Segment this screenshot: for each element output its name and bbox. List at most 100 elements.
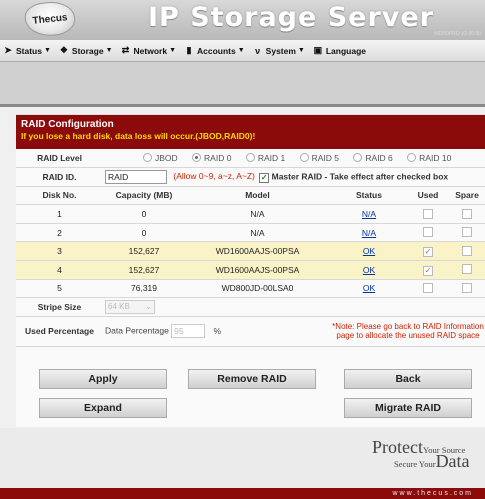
raid-level-option-raid5[interactable]: RAID 5 [299, 153, 351, 163]
version-label: N5200PRO V2.00.00 [434, 31, 481, 37]
disk-table-header: Disk No. Capacity (MB) Model Status Used… [16, 186, 485, 206]
slogan: ProtectYour Source Secure YourData [372, 437, 470, 471]
disk-status-link[interactable]: OK [363, 246, 375, 256]
radio-button[interactable] [143, 153, 152, 163]
used-checkbox-checked[interactable]: ✓ [423, 247, 433, 258]
used-percentage-row: Used Percentage Data Percentage 95 % *No… [16, 316, 485, 347]
raid-level-option-raid1[interactable]: RAID 1 [245, 153, 297, 163]
used-checkbox[interactable] [423, 208, 433, 219]
back-button[interactable]: Back [344, 369, 472, 389]
site-url: www.thecus.com [392, 490, 473, 497]
percent-unit: % [213, 325, 222, 336]
thecus-logo: Thecus [23, 0, 77, 39]
column-header: Model [185, 186, 330, 206]
radio-button[interactable] [245, 153, 255, 163]
disk-status-link[interactable]: N/A [362, 209, 376, 219]
radio-button-selected[interactable] [192, 153, 202, 163]
spare-checkbox[interactable] [462, 208, 472, 219]
display-icon: ➤ [4, 45, 12, 55]
raid-level-option-raid10[interactable]: RAID 10 [407, 153, 463, 163]
disk-capacity: 76,319 [103, 279, 185, 299]
raid-level-option-raid0[interactable]: RAID 0 [192, 153, 243, 163]
disk-no: 5 [16, 279, 103, 299]
disk-icon: ❖ [59, 45, 68, 55]
menu-storage-label: Storage [71, 45, 104, 56]
table-row: 1 0 N/A N/A [16, 204, 485, 224]
disk-capacity: 0 [103, 223, 185, 243]
migrate-raid-button[interactable]: Migrate RAID [344, 398, 472, 418]
disk-model: WD1600AAJS-00PSA [185, 241, 330, 262]
expand-button[interactable]: Expand [39, 398, 167, 418]
menu-accounts-label: Accounts [197, 45, 236, 56]
disk-capacity: 152,627 [103, 241, 185, 262]
raid-level-row: RAID Level JBOD RAID 0 RAID 1 RAID 5 RAI… [16, 149, 485, 169]
note-text: *Note: Please go back to RAID Informatio… [330, 316, 485, 347]
disk-status-link[interactable]: OK [363, 265, 375, 275]
menu-storage[interactable]: ❖ Storage ▼ [59, 45, 113, 56]
raid-table: RAID Level JBOD RAID 0 RAID 1 RAID 5 RAI… [16, 149, 485, 347]
disk-model: WD1600AAJS-00PSA [185, 260, 330, 280]
menu-system[interactable]: ν System ▼ [253, 46, 305, 56]
raid-id-row: RAID ID. RAID (Allow 0~9, a~z, A~Z) ✓ Ma… [16, 167, 485, 187]
used-checkbox-checked[interactable]: ✓ [423, 265, 433, 276]
column-header: Disk No. [16, 186, 103, 206]
raid-level-option-raid6[interactable]: RAID 6 [353, 153, 404, 163]
disk-no: 2 [16, 223, 103, 243]
used-checkbox[interactable] [423, 227, 433, 238]
table-row: 4 152,627 WD1600AAJS-00PSA OK ✓ [16, 260, 485, 280]
disk-status-link[interactable]: N/A [362, 228, 376, 238]
disk-capacity: 0 [103, 204, 185, 224]
chevron-down-icon: ▼ [169, 47, 176, 54]
data-percentage-input[interactable]: 95 [171, 324, 206, 339]
footer-bar: www.thecus.com [0, 488, 485, 499]
chevron-down-icon: ⌄ [145, 302, 152, 312]
menu-network[interactable]: ⇄ Network ▼ [121, 45, 176, 56]
column-header: Capacity (MB) [103, 186, 185, 206]
app-header: Thecus IP Storage Server N5200PRO V2.00.… [0, 0, 485, 40]
raid-id-input[interactable]: RAID [105, 169, 167, 184]
menu-system-label: System [265, 45, 296, 56]
raid-level-option-jbod[interactable]: JBOD [143, 153, 190, 163]
used-percentage-label: Used Percentage [16, 316, 103, 347]
warning-text: If you lose a hard disk, data loss will … [21, 131, 256, 141]
network-icon: ⇄ [121, 45, 130, 55]
stripe-size-select[interactable]: 64 KB ⌄ [105, 300, 155, 315]
spare-checkbox[interactable] [462, 282, 472, 293]
radio-button[interactable] [407, 153, 417, 163]
column-header: Spare [448, 186, 485, 206]
radio-button[interactable] [353, 153, 363, 163]
raid-id-hint: (Allow 0~9, a~z, A~Z) [173, 171, 255, 182]
menu-status[interactable]: ➤ Status ▼ [3, 45, 51, 56]
master-raid-label: Master RAID - Take effect after checked … [271, 171, 449, 182]
table-row: 5 76,319 WD800JD-00LSA0 OK [16, 279, 485, 299]
menu-language[interactable]: ▣ Language [313, 45, 366, 56]
chevron-down-icon: ▼ [297, 47, 305, 54]
column-header: Used [408, 186, 448, 206]
menu-network-label: Network [133, 45, 168, 56]
panel-header: RAID Configuration If you lose a hard di… [16, 115, 485, 149]
disk-model: N/A [185, 223, 330, 243]
users-icon: ▮ [186, 45, 192, 55]
remove-raid-button[interactable]: Remove RAID [188, 369, 316, 389]
master-raid-checkbox[interactable]: ✓ [259, 173, 270, 184]
stripe-size-row: Stripe Size 64 KB ⌄ [16, 297, 485, 317]
stripe-size-label: Stripe Size [16, 297, 103, 317]
radio-button[interactable] [299, 153, 309, 163]
spare-checkbox[interactable] [462, 264, 472, 275]
spare-checkbox[interactable] [462, 227, 472, 238]
disk-status-link[interactable]: OK [363, 283, 375, 293]
disk-no: 4 [16, 260, 103, 280]
apply-button[interactable]: Apply [39, 369, 167, 389]
banner-strip [0, 62, 485, 106]
menu-accounts[interactable]: ▮ Accounts ▼ [184, 45, 245, 56]
used-checkbox[interactable] [423, 282, 433, 293]
language-icon: ▣ [313, 45, 323, 55]
data-percentage-label: Data Percentage [105, 325, 169, 336]
spare-checkbox[interactable] [462, 245, 472, 256]
raid-id-label: RAID ID. [16, 167, 103, 187]
chevron-down-icon: ▼ [105, 47, 113, 54]
table-row: 2 0 N/A N/A [16, 223, 485, 243]
table-row: 3 152,627 WD1600AAJS-00PSA OK ✓ [16, 241, 485, 262]
raid-level-label: RAID Level [16, 149, 103, 169]
disk-no: 1 [16, 204, 103, 224]
